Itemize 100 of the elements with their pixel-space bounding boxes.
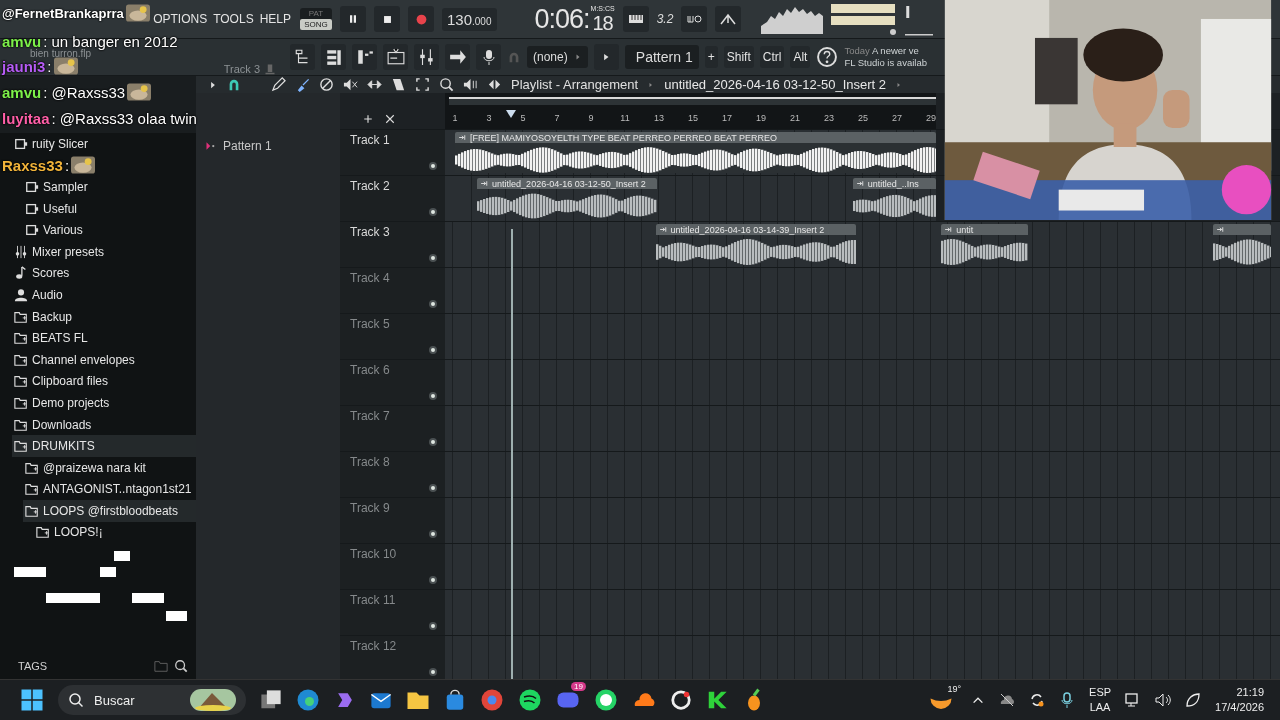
language-label[interactable]: ESP bbox=[1089, 685, 1112, 700]
mode-toggle[interactable]: SONG bbox=[300, 19, 332, 30]
loop-button[interactable] bbox=[681, 6, 708, 32]
menu-item[interactable]: TOOLS bbox=[212, 11, 255, 27]
track-mute-button[interactable] bbox=[429, 576, 437, 584]
search-field[interactable]: Buscar bbox=[58, 685, 246, 715]
browser-item[interactable]: LOOPS @firstbloodbeats bbox=[23, 500, 196, 522]
sync-icon[interactable] bbox=[1029, 692, 1046, 708]
track-mute-button[interactable] bbox=[429, 622, 437, 630]
toolbar-button[interactable] bbox=[383, 44, 408, 70]
app-icon[interactable] bbox=[706, 689, 728, 711]
toolbar-button[interactable] bbox=[321, 44, 346, 70]
audio-clip[interactable]: untitled_..Ins bbox=[852, 178, 936, 219]
browser-item[interactable]: Scores bbox=[12, 262, 196, 285]
breadcrumb[interactable]: untitled_2026-04-16 03-12-50_Insert 2 bbox=[664, 77, 887, 92]
leaf-icon[interactable] bbox=[1185, 692, 1202, 708]
store-icon[interactable] bbox=[444, 689, 466, 711]
modifier-key-button[interactable]: Alt bbox=[790, 46, 811, 68]
cloud-off-icon[interactable] bbox=[999, 692, 1016, 708]
menu-item[interactable]: HELP bbox=[258, 11, 292, 27]
browser-item[interactable]: Mixer presets bbox=[12, 240, 196, 263]
metronome-button[interactable] bbox=[715, 6, 742, 32]
browser-item[interactable]: Downloads bbox=[12, 413, 196, 436]
browser-item[interactable]: @praizewa nara kit bbox=[23, 456, 196, 479]
browser-item[interactable]: Useful bbox=[23, 197, 196, 220]
add-pattern-button[interactable]: + bbox=[704, 46, 718, 68]
modifier-key-button[interactable]: Shift bbox=[723, 46, 754, 68]
track-mute-button[interactable] bbox=[429, 530, 437, 538]
clock-date[interactable]: 17/4/2026 bbox=[1215, 700, 1264, 715]
browser-item[interactable]: Audio bbox=[12, 284, 196, 306]
browser-item[interactable]: LOOPS!¡ bbox=[34, 521, 196, 544]
track-mute-button[interactable] bbox=[429, 208, 437, 216]
pattern-item[interactable]: Pattern 1 bbox=[196, 138, 278, 154]
app-icon[interactable] bbox=[670, 689, 692, 711]
track-mute-button[interactable] bbox=[429, 668, 437, 676]
track-mute-button[interactable] bbox=[429, 438, 437, 446]
play-pattern-button[interactable] bbox=[593, 44, 619, 70]
track-lane[interactable]: untitled_2026-04-16 03-12-50_Insert 2 untitled_..Ins bbox=[445, 176, 936, 221]
toolbar-button[interactable] bbox=[445, 44, 470, 70]
close-icon[interactable] bbox=[384, 113, 396, 125]
zoom-icon[interactable] bbox=[439, 77, 454, 92]
microphone-icon[interactable] bbox=[1059, 692, 1076, 708]
tempo-field[interactable]: 130.000 bbox=[442, 7, 497, 31]
browser-item[interactable]: Sampler bbox=[23, 176, 196, 198]
browser-item[interactable]: Demo projects bbox=[12, 392, 196, 414]
browser-item[interactable]: Channel envelopes bbox=[12, 348, 196, 371]
stop-button[interactable] bbox=[374, 6, 400, 32]
menu-item[interactable]: OPTIONS bbox=[152, 11, 209, 27]
playhead-marker[interactable] bbox=[506, 110, 517, 118]
mute-icon[interactable] bbox=[343, 77, 358, 92]
modifier-key-button[interactable]: Ctrl bbox=[759, 46, 785, 68]
browser-item[interactable]: BEATS FL bbox=[12, 327, 196, 349]
browser-item[interactable]: Various bbox=[23, 219, 196, 241]
browser-item[interactable]: ruity Slicer bbox=[12, 133, 196, 155]
keyboard-button[interactable] bbox=[622, 6, 649, 32]
add-icon[interactable] bbox=[362, 113, 374, 125]
search-icon[interactable] bbox=[174, 659, 188, 673]
toolbar-button[interactable] bbox=[414, 44, 439, 70]
track-mute-button[interactable] bbox=[429, 392, 437, 400]
track-lane[interactable]: untitled_2026-04-16 03-14-39_Insert 2 untit bbox=[445, 222, 1280, 267]
task-view-icon[interactable] bbox=[260, 689, 282, 711]
speaker-icon[interactable] bbox=[1155, 692, 1172, 708]
overview-strip[interactable] bbox=[449, 97, 936, 105]
language-label[interactable]: LAA bbox=[1089, 700, 1111, 715]
audio-clip[interactable]: untit bbox=[941, 224, 1028, 265]
news-text[interactable]: FL Studio is availab bbox=[844, 57, 927, 69]
browser-item[interactable]: ANTAGONIST..ntagon1st21 bbox=[23, 478, 196, 501]
track-mute-button[interactable] bbox=[429, 254, 437, 262]
browser-item[interactable]: Clipboard files bbox=[12, 370, 196, 393]
microphone-button[interactable] bbox=[476, 44, 501, 70]
track-mute-button[interactable] bbox=[429, 162, 437, 170]
arrows-icon[interactable] bbox=[487, 77, 502, 92]
speaker-icon[interactable] bbox=[463, 77, 478, 92]
audio-clip[interactable]: untitled_2026-04-16 03-12-50_Insert 2 bbox=[477, 178, 658, 219]
magnet-icon[interactable] bbox=[227, 77, 241, 92]
track-mute-button[interactable] bbox=[429, 484, 437, 492]
pattern-selector[interactable]: Pattern 1 bbox=[624, 45, 699, 69]
browser-item[interactable]: Backup bbox=[12, 305, 196, 328]
start-icon[interactable] bbox=[20, 688, 44, 712]
mode-toggle[interactable]: PAT bbox=[300, 8, 332, 19]
browser-item[interactable]: DRUMKITS bbox=[12, 435, 196, 457]
track-mute-button[interactable] bbox=[429, 346, 437, 354]
news-text[interactable]: A newer ve bbox=[871, 45, 919, 56]
music-app-icon[interactable] bbox=[518, 688, 542, 712]
bar-number: 19 bbox=[756, 113, 766, 123]
help-icon[interactable] bbox=[816, 46, 839, 68]
clock-time[interactable]: 21:19 bbox=[1236, 685, 1264, 700]
toolbar-button[interactable] bbox=[352, 44, 377, 70]
record-button[interactable] bbox=[408, 6, 434, 32]
toolbar-button[interactable] bbox=[290, 44, 315, 70]
paint-brush-icon[interactable] bbox=[295, 77, 310, 92]
select-icon[interactable] bbox=[415, 77, 430, 92]
pencil-icon[interactable] bbox=[271, 77, 286, 92]
pause-button[interactable] bbox=[340, 6, 366, 32]
channel-selector[interactable]: (none) bbox=[527, 46, 588, 68]
track-mute-button[interactable] bbox=[429, 300, 437, 308]
timeline-ruler[interactable]: 1 3 5 7 9 11 13 15 17 19 21 23 25 27 29 bbox=[445, 93, 936, 129]
audio-clip[interactable] bbox=[1213, 224, 1271, 265]
snap-value[interactable]: 3.2 bbox=[656, 12, 674, 26]
audio-clip[interactable]: untitled_2026-04-16 03-14-39_Insert 2 bbox=[655, 224, 857, 265]
